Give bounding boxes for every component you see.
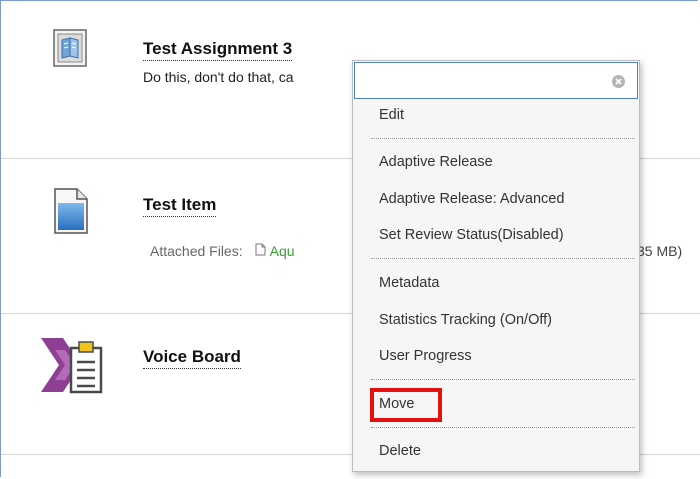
menu-item-metadata[interactable]: Metadata	[379, 274, 439, 292]
attached-files-label: Attached Files:	[150, 243, 243, 259]
menu-search-box	[354, 62, 638, 99]
item-description: Do this, don't do that, ca	[143, 69, 294, 85]
menu-separator	[371, 258, 635, 259]
menu-separator	[371, 427, 635, 428]
context-menu: Edit Adaptive Release Adaptive Release: …	[352, 60, 640, 472]
document-icon	[53, 187, 89, 240]
menu-item-statistics-tracking[interactable]: Statistics Tracking (On/Off)	[379, 311, 552, 329]
attached-files: Attached Files: Aqu	[150, 243, 295, 259]
attached-file-link[interactable]: Aqu	[270, 243, 295, 259]
assignment-icon	[53, 29, 89, 74]
file-size: 35 MB)	[637, 243, 683, 259]
menu-item-user-progress[interactable]: User Progress	[379, 347, 472, 365]
menu-item-adaptive-release[interactable]: Adaptive Release	[379, 153, 493, 171]
menu-item-delete[interactable]: Delete	[379, 442, 421, 460]
voice-board-icon	[41, 332, 117, 403]
item-title-link[interactable]: Voice Board	[143, 347, 241, 369]
move-highlight-box	[370, 388, 442, 422]
item-title-link[interactable]: Test Assignment 3	[143, 39, 293, 61]
menu-item-edit[interactable]: Edit	[379, 106, 404, 124]
clear-icon[interactable]	[612, 75, 625, 88]
menu-search-input[interactable]	[361, 63, 605, 98]
menu-item-set-review-status[interactable]: Set Review Status(Disabled)	[379, 226, 564, 244]
menu-separator	[371, 138, 635, 139]
file-icon	[255, 243, 266, 259]
item-title-link[interactable]: Test Item	[143, 195, 217, 217]
menu-item-adaptive-release-advanced[interactable]: Adaptive Release: Advanced	[379, 190, 564, 208]
menu-separator	[371, 379, 635, 380]
